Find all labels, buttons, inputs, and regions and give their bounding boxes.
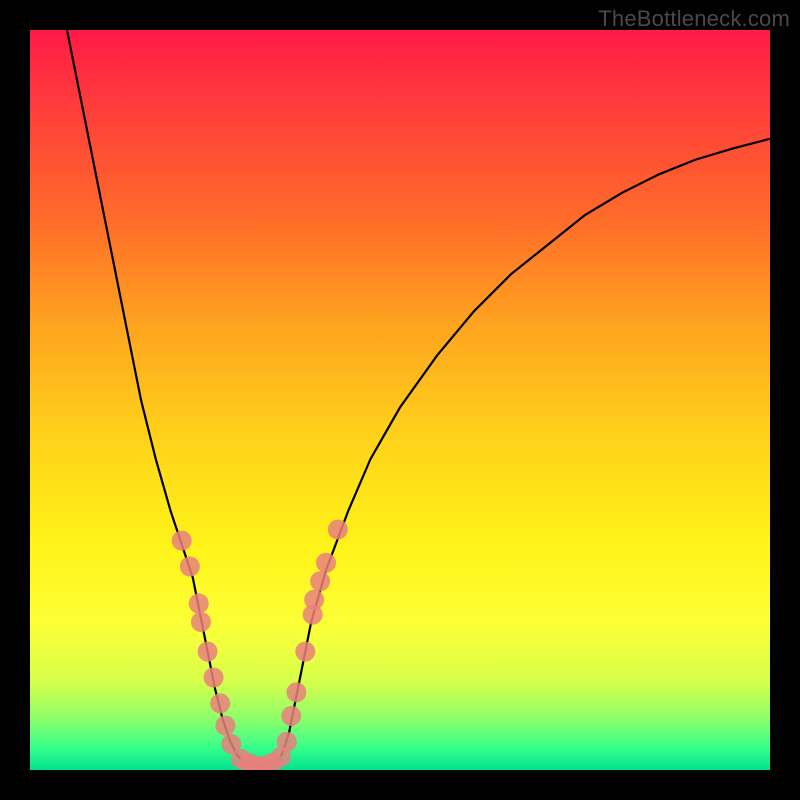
series-group <box>67 30 770 766</box>
marker-dot <box>172 531 192 551</box>
marker-dot <box>295 642 315 662</box>
marker-dot <box>328 520 348 540</box>
marker-dot <box>189 594 209 614</box>
marker-dot <box>191 612 211 632</box>
series-right-branch <box>282 139 770 755</box>
marker-dot <box>277 732 297 752</box>
marker-dot <box>180 557 200 577</box>
marker-dot <box>304 590 324 610</box>
marker-dot <box>286 682 306 702</box>
chart-svg <box>30 30 770 770</box>
plot-area <box>30 30 770 770</box>
chart-frame: TheBottleneck.com <box>0 0 800 800</box>
marker-dot <box>215 716 235 736</box>
marker-dot <box>316 553 336 573</box>
markers-group <box>172 520 348 771</box>
marker-dot <box>310 571 330 591</box>
marker-dot <box>210 693 230 713</box>
watermark-text: TheBottleneck.com <box>598 6 790 32</box>
marker-dot <box>198 642 218 662</box>
marker-dot <box>281 706 301 726</box>
marker-dot <box>204 668 224 688</box>
